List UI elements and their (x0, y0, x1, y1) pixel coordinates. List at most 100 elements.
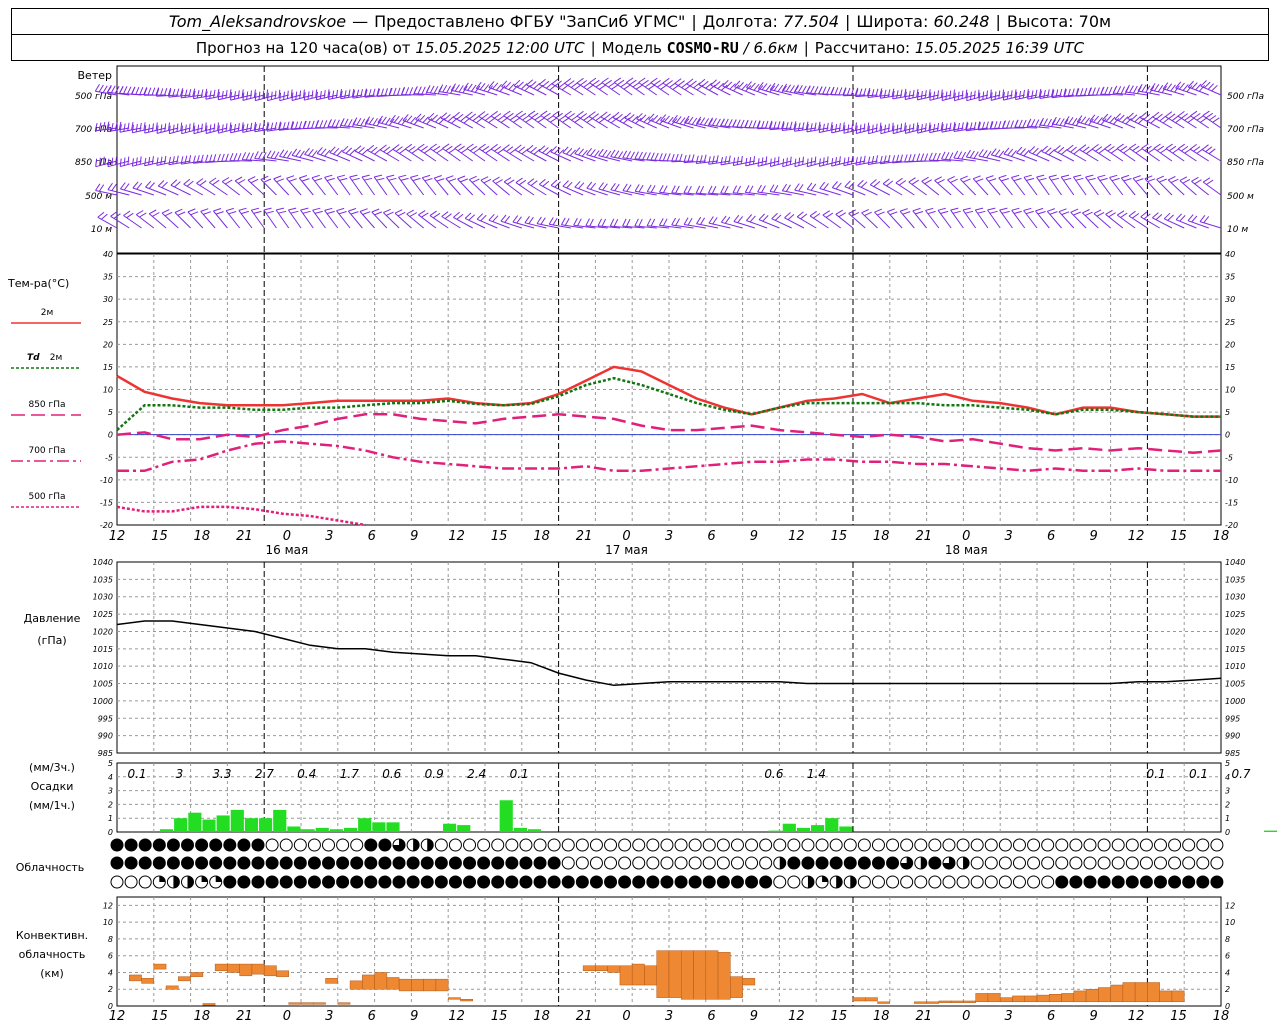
wind-barb-flag (883, 89, 887, 98)
wind-barb-flag (687, 185, 692, 194)
wind-barb-flag (1153, 84, 1160, 92)
bottom-hour-label: 18 (194, 1009, 211, 1024)
temp-ytick-left: -15 (100, 498, 113, 507)
wind-barb-flag (291, 148, 298, 156)
wind-barb-flag (499, 85, 506, 92)
precip-bar (499, 800, 513, 832)
wind-barb-flag (503, 110, 511, 117)
precip-bar (513, 827, 527, 832)
convective-bar (717, 952, 731, 1000)
wind-barb-flag (273, 175, 282, 180)
wind-barb-flag (460, 115, 467, 122)
wind-barb-flag (184, 124, 187, 133)
wind-barb-flag (440, 112, 448, 119)
wind-barb (985, 177, 1001, 196)
wind-barb-flag (435, 116, 442, 123)
wind-barb-flag (530, 180, 538, 186)
wind-barb-flag (1043, 118, 1048, 126)
wind-barb-flag (176, 123, 179, 132)
wind-barb-flag (947, 175, 955, 181)
wind-barb-flag (1013, 210, 1022, 214)
convective-ytick-right: 4 (1225, 968, 1230, 977)
wind-barb (672, 121, 694, 129)
wind-barb-flag (187, 208, 196, 213)
cloud-symbol-high (801, 838, 815, 852)
time-hour-label: 6 (707, 529, 715, 544)
cloud-fill-low (322, 876, 335, 888)
wind-barb-flag (1202, 110, 1210, 117)
time-hour-label: 0 (962, 529, 970, 544)
wind-barb-flag (900, 123, 903, 132)
wind-barb (328, 94, 351, 100)
wind-barb-flag (345, 147, 353, 154)
cloud-symbol-high (998, 838, 1012, 852)
wind-barb-flag (595, 82, 603, 88)
convective-bar (214, 963, 228, 972)
wind-barb-flag (399, 148, 407, 154)
cloud-symbol-high (350, 838, 364, 852)
cloud-fill-middle (266, 857, 279, 869)
convective-bar (987, 993, 1001, 1003)
wind-barb-flag (671, 217, 677, 226)
wind-barb-flag (773, 184, 779, 193)
bottom-hour-label: 0 (283, 1009, 291, 1024)
wind-barb (336, 210, 351, 229)
wind-barb-flag (912, 89, 915, 98)
cloud-symbol-low (942, 875, 956, 889)
wind-barb-flag (534, 115, 542, 121)
wind-barb-flag (1014, 119, 1019, 128)
wind-barb-flag (1011, 150, 1017, 157)
wind-level-left: 850 гПа (75, 158, 112, 168)
cloud-fill-low (308, 876, 321, 888)
wind-barb-flag (764, 120, 769, 129)
bottom-hour-label: 3 (665, 1009, 673, 1024)
wind-barb-flag (998, 90, 1001, 99)
wind-barb-flag (712, 217, 718, 225)
wind-barb-flag (1128, 210, 1136, 217)
wind-barb-flag (364, 177, 373, 181)
cloud-symbol-high (279, 838, 293, 852)
wind-barb-flag (1119, 145, 1128, 152)
wind-barb (586, 187, 608, 196)
cloud-fill-low (689, 876, 702, 888)
time-hour-label: 3 (325, 529, 333, 544)
pressure-ytick-right: 995 (1225, 714, 1240, 723)
cloud-symbol-high (491, 838, 505, 852)
wind-barb-flag (675, 116, 682, 124)
wind-barb (324, 210, 339, 229)
convective-bar (914, 1001, 927, 1004)
wind-barb (905, 127, 927, 134)
convective-bar (582, 965, 596, 972)
wind-barb-flag (327, 119, 332, 127)
wind-barb-flag (513, 79, 521, 87)
wind-barb-flag (961, 122, 964, 131)
time-hour-label: 0 (283, 529, 291, 544)
wind-barb-flag (699, 117, 706, 125)
wind-barb-flag (794, 84, 799, 92)
wind-barb-flag (314, 178, 323, 182)
wind-barb-flag (492, 176, 500, 182)
wind-barb-flag (687, 116, 694, 124)
wind-barb-flag (433, 86, 439, 94)
wind-barb-flag (806, 182, 813, 190)
wind-barb (734, 86, 756, 96)
temp-ytick-right: -15 (1225, 498, 1238, 507)
wind-barb-flag (468, 214, 476, 221)
temp-ytick-right: 25 (1225, 318, 1235, 327)
cloud-symbol-middle (730, 856, 744, 870)
wind-barb-flag (573, 218, 578, 226)
cloud-fill-middle (801, 857, 814, 869)
wind-barb-flag (147, 87, 152, 96)
wind-barb-flag (506, 146, 514, 152)
wind-barb-flag (263, 178, 272, 183)
wind-barb-flag (630, 151, 635, 160)
wind-barb-flag (1137, 83, 1143, 92)
wind-barb-flag (262, 90, 265, 99)
wind-barb (200, 211, 216, 229)
wind-barb-flag (1179, 82, 1185, 90)
wind-barb-flag (586, 147, 592, 155)
wind-barb-flag (708, 156, 711, 165)
wind-barb (807, 160, 829, 168)
wind-barb-flag (826, 122, 829, 131)
wind-barb (972, 178, 989, 196)
